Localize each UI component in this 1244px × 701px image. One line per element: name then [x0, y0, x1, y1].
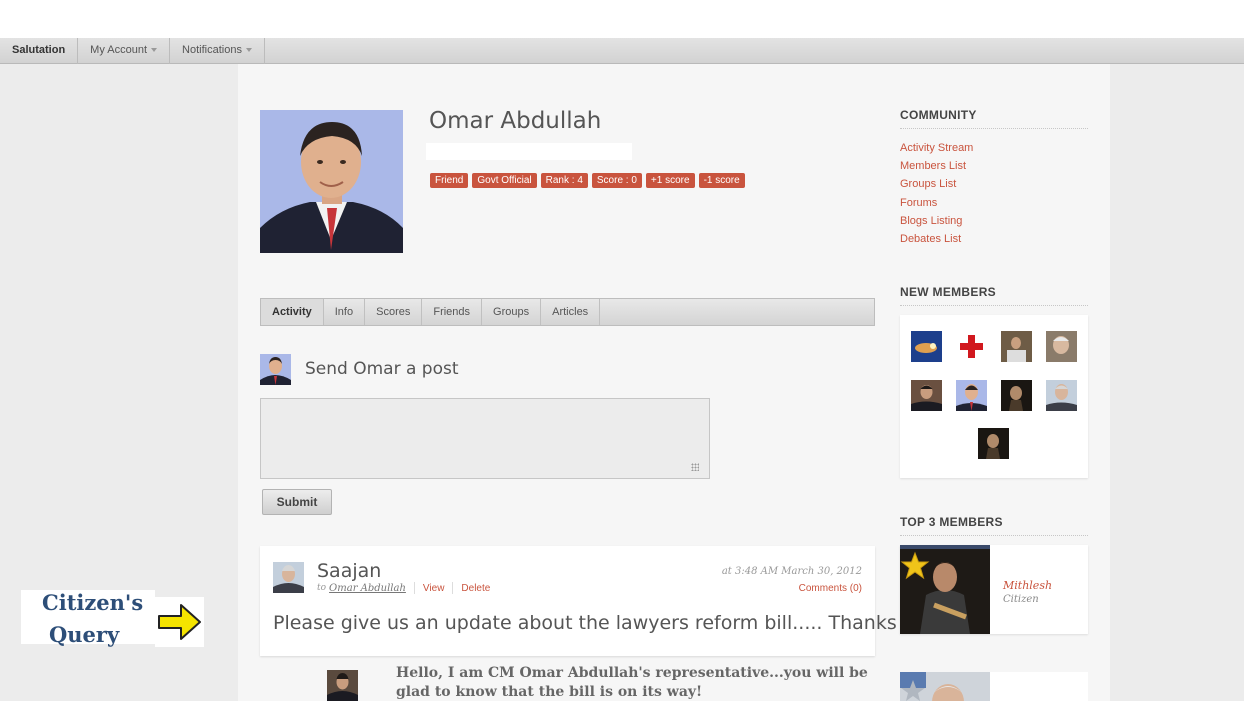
profile-badges: Friend Govt Official Rank : 4 Score : 0 … [430, 173, 745, 188]
profile-avatar [260, 110, 403, 253]
delete-link[interactable]: Delete [461, 583, 490, 594]
divider [452, 582, 454, 594]
member-avatar[interactable] [911, 380, 942, 411]
nav-my-account[interactable]: My Account [78, 38, 171, 64]
to-label: to [317, 583, 327, 593]
new-members-heading: NEW MEMBERS [900, 285, 1088, 306]
nav-salutation[interactable]: Salutation [0, 38, 79, 64]
activity-avatar[interactable] [273, 562, 304, 593]
badge-rank: Rank : 4 [540, 173, 588, 188]
nav-notifications[interactable]: Notifications [170, 38, 265, 64]
link-members-list[interactable]: Members List [900, 159, 973, 177]
submit-button[interactable]: Submit [262, 489, 332, 515]
top-member-role: Citizen [1003, 594, 1039, 605]
new-members-grid [900, 315, 1088, 478]
link-blogs-listing[interactable]: Blogs Listing [900, 214, 973, 232]
link-forums[interactable]: Forums [900, 196, 973, 214]
tab-articles[interactable]: Articles [541, 299, 601, 325]
chevron-down-icon [245, 48, 252, 53]
member-avatar[interactable] [1001, 331, 1032, 362]
member-avatar[interactable] [956, 380, 987, 411]
post-avatar [260, 354, 291, 385]
arrow-right-icon [155, 597, 204, 647]
activity-message: Please give us an update about the lawye… [273, 612, 897, 634]
link-debates-list[interactable]: Debates List [900, 232, 973, 250]
profile-tabs: Activity Info Scores Friends Groups Arti… [260, 298, 875, 326]
star-icon [900, 551, 930, 580]
view-link[interactable]: View [423, 583, 445, 594]
tab-groups[interactable]: Groups [482, 299, 542, 325]
tab-activity[interactable]: Activity [261, 299, 324, 325]
top-members-heading: TOP 3 MEMBERS [900, 515, 1088, 536]
activity-timestamp: at 3:48 AM March 30, 2012 [721, 566, 862, 577]
annotation-label-line1: Citizen's [42, 590, 144, 615]
member-avatar[interactable] [1046, 331, 1077, 362]
member-avatar[interactable] [1001, 380, 1032, 411]
annotation-label-line2: Query [49, 622, 120, 647]
status-field [426, 143, 632, 160]
top-member-card [900, 672, 1088, 701]
activity-author[interactable]: Saajan [317, 560, 381, 582]
browser-top-area [0, 0, 1244, 38]
post-box-title: Send Omar a post [305, 359, 459, 379]
reply-message: Hello, I am CM Omar Abdullah's represent… [396, 665, 868, 700]
community-links: Activity Stream Members List Groups List… [900, 141, 973, 250]
chevron-down-icon [151, 48, 158, 53]
member-avatar[interactable] [978, 428, 1009, 459]
minus-score-button[interactable]: -1 score [698, 173, 745, 188]
link-activity-stream[interactable]: Activity Stream [900, 141, 973, 159]
divider [413, 582, 415, 594]
activity-item: Saajan to Omar Abdullah View Delete at 3… [260, 546, 897, 656]
plus-score-button[interactable]: +1 score [645, 173, 695, 188]
activity-meta: to Omar Abdullah View Delete [317, 582, 490, 594]
member-avatar[interactable] [911, 331, 942, 362]
activity-target-link[interactable]: Omar Abdullah [329, 583, 406, 594]
top-member-photo[interactable] [900, 545, 990, 634]
comments-link[interactable]: Comments (0) [799, 583, 862, 594]
reply-avatar [327, 670, 358, 701]
community-heading: COMMUNITY [900, 108, 1088, 129]
top-member-photo[interactable] [900, 672, 990, 701]
badge-friend[interactable]: Friend [430, 173, 469, 188]
tab-friends[interactable]: Friends [422, 299, 483, 325]
link-groups-list[interactable]: Groups List [900, 177, 973, 195]
top-member-name[interactable]: Mithlesh [1003, 579, 1052, 592]
member-avatar[interactable] [956, 331, 987, 362]
resize-grip-icon[interactable] [691, 463, 699, 471]
post-textarea[interactable] [260, 398, 710, 479]
badge-score: Score : 0 [591, 173, 642, 188]
top-navigation-bar: Salutation My Account Notifications [0, 38, 1244, 64]
tab-info[interactable]: Info [324, 299, 366, 325]
tab-scores[interactable]: Scores [365, 299, 423, 325]
member-avatar[interactable] [1046, 380, 1077, 411]
top-member-card: Mithlesh Citizen [900, 545, 1088, 634]
profile-name: Omar Abdullah [429, 108, 602, 134]
badge-govt-official: Govt Official [472, 173, 537, 188]
